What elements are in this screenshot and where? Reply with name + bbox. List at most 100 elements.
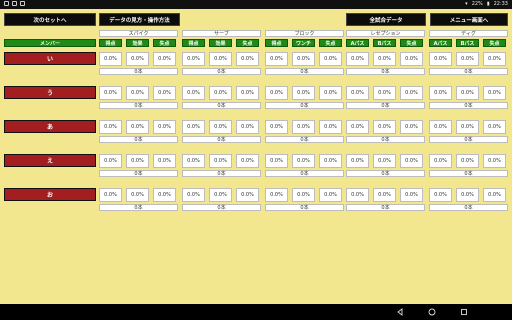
stat-cell[interactable]: 0.0% xyxy=(99,154,122,168)
stat-cell[interactable]: 0.0% xyxy=(265,52,288,66)
stat-cell[interactable]: 0.0% xyxy=(373,188,396,202)
back-icon[interactable] xyxy=(396,308,404,316)
stat-cell[interactable]: 0.0% xyxy=(319,154,342,168)
stat-cell[interactable]: 0.0% xyxy=(373,52,396,66)
stat-cell[interactable]: 0.0% xyxy=(319,188,342,202)
stat-cell[interactable]: 0.0% xyxy=(373,154,396,168)
wifi-icon: ▾ xyxy=(465,1,468,7)
stat-cell[interactable]: 0.0% xyxy=(346,52,369,66)
how-to-button[interactable]: データの見方・操作方法 xyxy=(99,13,180,26)
stat-cell[interactable]: 0.0% xyxy=(429,188,452,202)
stat-cell[interactable]: 0.0% xyxy=(153,120,176,134)
total-cell: 0本 xyxy=(99,102,178,109)
stat-cell[interactable]: 0.0% xyxy=(265,154,288,168)
column-header: 効果 xyxy=(209,39,232,47)
stat-cell[interactable]: 0.0% xyxy=(400,86,423,100)
stat-cell[interactable]: 0.0% xyxy=(236,154,259,168)
stat-cell[interactable]: 0.0% xyxy=(126,120,149,134)
stat-cell[interactable]: 0.0% xyxy=(456,120,479,134)
stat-cell[interactable]: 0.0% xyxy=(483,86,506,100)
stat-cell[interactable]: 0.0% xyxy=(182,188,205,202)
stat-cell[interactable]: 0.0% xyxy=(456,154,479,168)
menu-button[interactable]: メニュー画面へ xyxy=(430,13,508,26)
stat-cell[interactable]: 0.0% xyxy=(126,86,149,100)
stat-cell[interactable]: 0.0% xyxy=(99,120,122,134)
column-header: 失点 xyxy=(319,39,342,47)
stat-cell[interactable]: 0.0% xyxy=(126,154,149,168)
recents-icon[interactable] xyxy=(460,308,468,316)
stat-cell[interactable]: 0.0% xyxy=(236,86,259,100)
member-button[interactable]: あ xyxy=(4,120,96,133)
stat-cell[interactable]: 0.0% xyxy=(126,52,149,66)
stat-cell[interactable]: 0.0% xyxy=(99,86,122,100)
member-button[interactable]: い xyxy=(4,52,96,65)
stat-cell[interactable]: 0.0% xyxy=(209,86,232,100)
stat-cell[interactable]: 0.0% xyxy=(236,52,259,66)
stat-cell[interactable]: 0.0% xyxy=(292,120,315,134)
stat-cell[interactable]: 0.0% xyxy=(483,188,506,202)
status-bar: ▾ 22% ▮ 22:33 xyxy=(0,0,512,9)
stat-cell[interactable]: 0.0% xyxy=(182,52,205,66)
member-button[interactable]: お xyxy=(4,188,96,201)
stat-cell[interactable]: 0.0% xyxy=(292,154,315,168)
stat-cell[interactable]: 0.0% xyxy=(429,120,452,134)
total-cell: 0本 xyxy=(265,136,344,143)
next-set-button[interactable]: 次のセットへ xyxy=(4,13,96,26)
stat-cell[interactable]: 0.0% xyxy=(429,86,452,100)
stat-cell[interactable]: 0.0% xyxy=(319,86,342,100)
stat-cell[interactable]: 0.0% xyxy=(456,86,479,100)
stat-cell[interactable]: 0.0% xyxy=(346,154,369,168)
member-button[interactable]: え xyxy=(4,154,96,167)
stat-cell[interactable]: 0.0% xyxy=(209,52,232,66)
stat-cell[interactable]: 0.0% xyxy=(373,120,396,134)
stat-cell[interactable]: 0.0% xyxy=(429,52,452,66)
all-games-button[interactable]: 全試合データ xyxy=(346,13,426,26)
home-icon[interactable] xyxy=(428,308,436,316)
stat-cell[interactable]: 0.0% xyxy=(319,52,342,66)
category-header: ディグ xyxy=(429,30,508,37)
total-cell: 0本 xyxy=(182,102,261,109)
stat-cell[interactable]: 0.0% xyxy=(400,154,423,168)
stat-cell[interactable]: 0.0% xyxy=(182,120,205,134)
total-cell: 0本 xyxy=(265,102,344,109)
stat-cell[interactable]: 0.0% xyxy=(209,188,232,202)
clock: 22:33 xyxy=(493,1,508,7)
stat-cell[interactable]: 0.0% xyxy=(400,188,423,202)
stat-cell[interactable]: 0.0% xyxy=(265,120,288,134)
stat-cell[interactable]: 0.0% xyxy=(236,120,259,134)
stat-cell[interactable]: 0.0% xyxy=(429,154,452,168)
stat-cell[interactable]: 0.0% xyxy=(346,120,369,134)
stat-cell[interactable]: 0.0% xyxy=(99,52,122,66)
stat-cell[interactable]: 0.0% xyxy=(126,188,149,202)
stat-cell[interactable]: 0.0% xyxy=(153,52,176,66)
stat-cell[interactable]: 0.0% xyxy=(483,154,506,168)
category-header: レセプション xyxy=(346,30,425,37)
stat-cell[interactable]: 0.0% xyxy=(265,188,288,202)
stat-cell[interactable]: 0.0% xyxy=(209,154,232,168)
stat-cell[interactable]: 0.0% xyxy=(153,154,176,168)
stat-cell[interactable]: 0.0% xyxy=(346,188,369,202)
member-button[interactable]: う xyxy=(4,86,96,99)
stat-cell[interactable]: 0.0% xyxy=(292,86,315,100)
stat-cell[interactable]: 0.0% xyxy=(265,86,288,100)
stat-cell[interactable]: 0.0% xyxy=(209,120,232,134)
stat-cell[interactable]: 0.0% xyxy=(292,52,315,66)
stat-cell[interactable]: 0.0% xyxy=(153,188,176,202)
stat-cell[interactable]: 0.0% xyxy=(456,52,479,66)
stat-cell[interactable]: 0.0% xyxy=(292,188,315,202)
stat-cell[interactable]: 0.0% xyxy=(483,52,506,66)
total-cell: 0本 xyxy=(346,204,425,211)
notification-icon xyxy=(4,1,9,6)
stat-cell[interactable]: 0.0% xyxy=(400,52,423,66)
stat-cell[interactable]: 0.0% xyxy=(182,86,205,100)
stat-cell[interactable]: 0.0% xyxy=(373,86,396,100)
stat-cell[interactable]: 0.0% xyxy=(483,120,506,134)
stat-cell[interactable]: 0.0% xyxy=(153,86,176,100)
stat-cell[interactable]: 0.0% xyxy=(319,120,342,134)
stat-cell[interactable]: 0.0% xyxy=(182,154,205,168)
stat-cell[interactable]: 0.0% xyxy=(456,188,479,202)
stat-cell[interactable]: 0.0% xyxy=(236,188,259,202)
stat-cell[interactable]: 0.0% xyxy=(99,188,122,202)
stat-cell[interactable]: 0.0% xyxy=(400,120,423,134)
stat-cell[interactable]: 0.0% xyxy=(346,86,369,100)
